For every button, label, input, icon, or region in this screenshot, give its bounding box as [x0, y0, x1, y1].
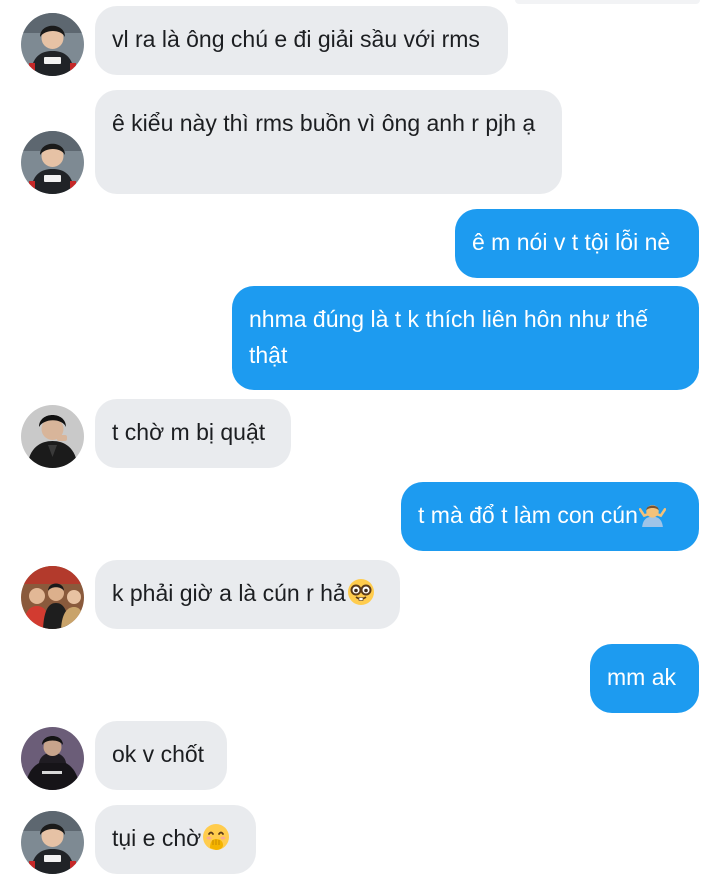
contact-avatar-hoodie[interactable]: [21, 727, 84, 790]
contact-avatar-jersey[interactable]: [21, 811, 84, 874]
contact-avatar-group[interactable]: [21, 566, 84, 629]
message-bubble-sent[interactable]: nhma đúng là t k thích liên hôn như thế …: [232, 286, 699, 390]
message-bubble[interactable]: vl ra là ông chú e đi giải sầu với rms: [95, 6, 508, 75]
message-bubble[interactable]: ê kiểu này thì rms buồn vì ông anh r pjh…: [95, 90, 562, 194]
message-bubble-sent[interactable]: mm ak: [590, 644, 699, 713]
message-text: vl ra là ông chú e đi giải sầu với rms: [112, 26, 480, 52]
message-text: mm ak: [607, 664, 676, 690]
message-text: t chờ m bị quật: [112, 419, 266, 445]
nerd-face-emoji-icon: [347, 578, 375, 616]
message-text: nhma đúng là t k thích liên hôn như thế …: [249, 306, 648, 368]
message-text: tụi e chờ: [112, 825, 202, 851]
message-text: t mà đổ t làm con cún: [418, 502, 638, 528]
message-bubble-sent[interactable]: ê m nói v t tội lỗi nè: [455, 209, 699, 278]
contact-avatar-dark-jacket[interactable]: [21, 405, 84, 468]
chat-thread[interactable]: vl ra là ông chú e đi giải sầu với rms ê…: [0, 0, 720, 895]
message-bubble[interactable]: k phải giờ a là cún r hả: [95, 560, 400, 629]
contact-avatar-jersey[interactable]: [21, 131, 84, 194]
contact-avatar-jersey[interactable]: [21, 13, 84, 76]
message-bubble[interactable]: tụi e chờ: [95, 805, 256, 874]
message-bubble-sent[interactable]: t mà đổ t làm con cún: [401, 482, 699, 551]
message-text: k phải giờ a là cún r hả: [112, 580, 346, 606]
message-bubble[interactable]: t chờ m bị quật: [95, 399, 291, 468]
message-text: ê m nói v t tội lỗi nè: [472, 229, 671, 255]
message-bubble[interactable]: ok v chốt: [95, 721, 227, 790]
previous-message-edge: [515, 0, 700, 4]
shrug-emoji-icon: [638, 501, 667, 538]
hand-over-mouth-emoji-icon: [202, 823, 230, 861]
message-text: ok v chốt: [112, 741, 205, 767]
message-text: ê kiểu này thì rms buồn vì ông anh r pjh…: [112, 110, 536, 136]
